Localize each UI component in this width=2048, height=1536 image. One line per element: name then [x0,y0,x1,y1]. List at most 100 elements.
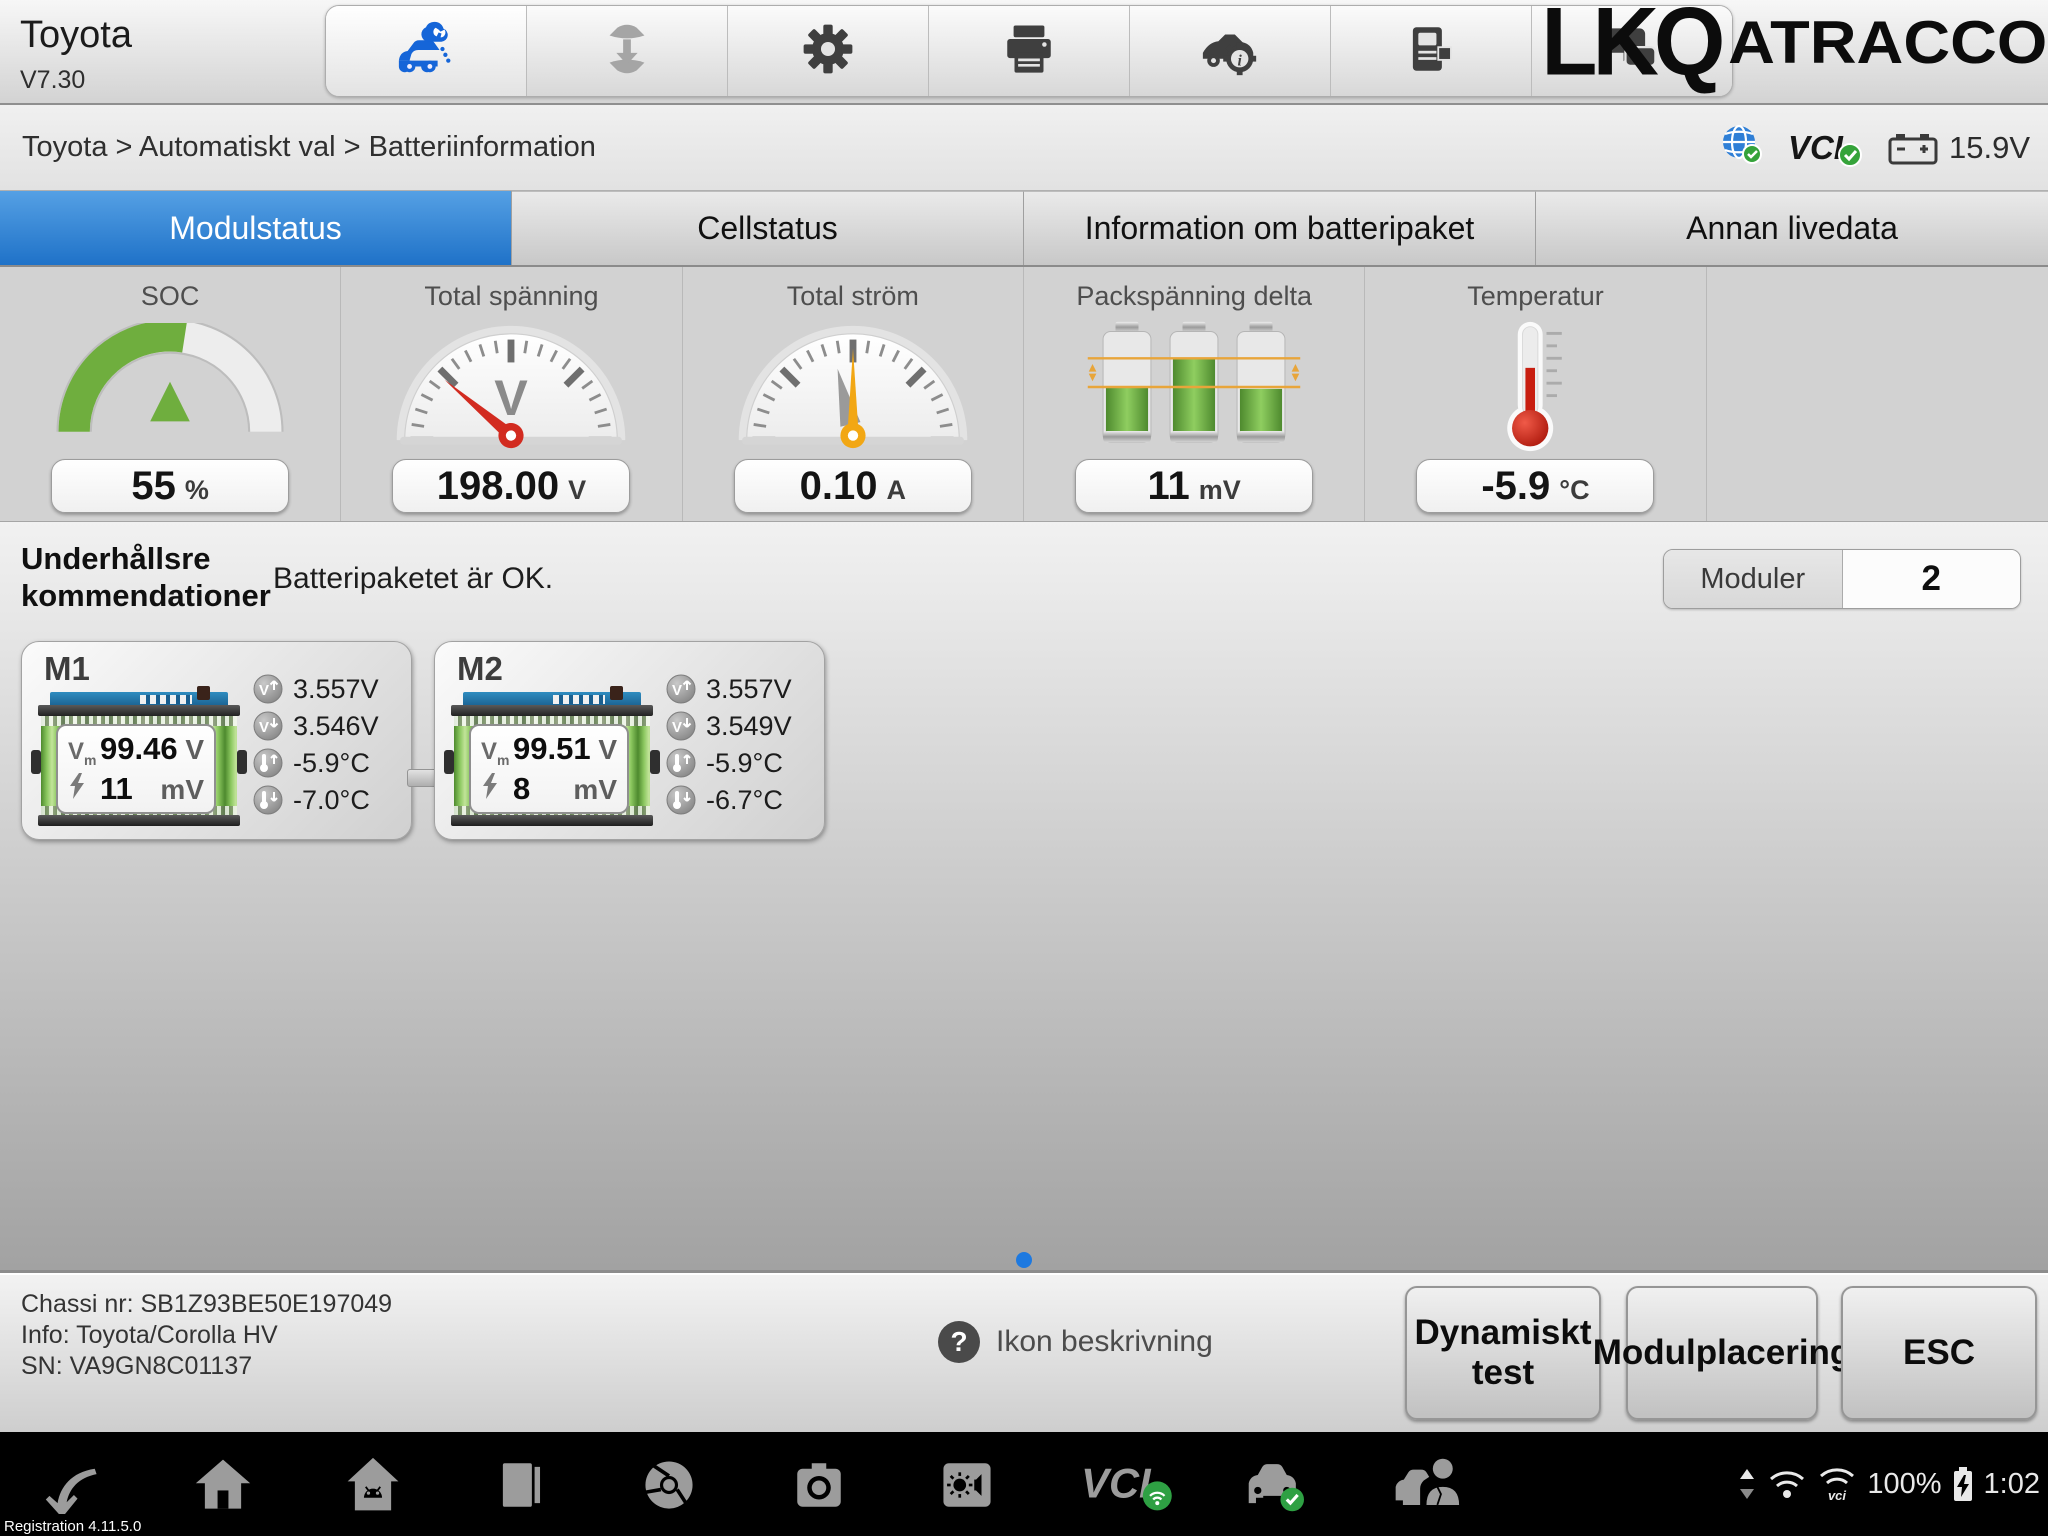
settings-gear-icon [798,19,858,84]
lightning-bolt-icon [68,773,100,806]
vehicle-lift-icon [596,18,658,85]
module-value-box: Vm 99.46 V 11 mV [56,724,216,814]
system-status-area: vci 100% 1:02 [1737,1432,2040,1536]
recent-apps-button[interactable] [492,1456,550,1514]
vehicle-make-title: Toyota [20,14,132,57]
vci-wifi-icon: vci [1817,1464,1857,1504]
registration-version: Registration 4.11.5.0 [4,1518,141,1535]
tab-cellstatus[interactable]: Cellstatus [512,191,1024,265]
lightning-bolt-icon [481,773,513,806]
tab-bar: Modulstatus Cellstatus Information om ba… [0,191,2048,267]
temp-min-icon [666,785,696,815]
car-battery-icon [1887,130,1939,166]
vehicle-data-button[interactable]: i [1130,6,1331,96]
modules-counter-value: 2 [1843,550,2021,608]
connection-status-group: VCI 15.9V [1720,105,2030,190]
temp-min-icon [253,785,283,815]
svg-text:i: i [1238,52,1243,69]
icon-description-label: Ikon beskrivning [996,1325,1213,1359]
vehicle-battery-status: 15.9V [1887,130,2030,166]
svg-text:V: V [259,682,269,699]
vm-icon: Vm [481,738,513,768]
battery-charging-icon [1952,1466,1974,1502]
printer-icon [1000,20,1058,83]
module-value-box: Vm 99.51 V 8 mV [469,724,629,814]
back-button[interactable] [44,1456,102,1514]
chrome-browser-button[interactable] [640,1456,698,1514]
diagnostics-car-cloud-icon [395,18,457,85]
v-min-icon: V [666,711,696,741]
support-chat-button[interactable] [1532,6,1732,96]
module-card-m1[interactable]: M1 Vm 99.46 V 11 mV [21,641,412,840]
modules-counter: Moduler 2 [1663,549,2021,609]
vehicle-info: Info: Toyota/Corolla HV [21,1320,392,1351]
vm-icon: Vm [68,738,100,768]
esc-button[interactable]: ESC [1841,1286,2037,1420]
v-max-icon: V [666,674,696,704]
vci-check-icon [1837,142,1863,168]
breadcrumb-bar: Toyota > Automatiskt val > Batteriinform… [0,105,2048,191]
vci-manager-button[interactable]: VCI [1076,1456,1186,1514]
gauge-soc: SOC 55 % [0,267,341,521]
top-toolbar: Toyota V7.30 [0,0,2048,105]
gauge-temperature: Temperatur -5.9 °C [1365,267,1706,521]
vehicle-info-block: Chassi nr: SB1Z93BE50E197049 Info: Toyot… [21,1289,392,1382]
vehicle-connection-button[interactable] [1238,1456,1312,1514]
svg-text:V: V [672,682,682,699]
display-settings-button[interactable] [938,1456,996,1514]
question-mark-icon: ? [938,1321,980,1363]
svg-text:V: V [495,369,529,426]
tab-annan-livedata[interactable]: Annan livedata [1536,191,2048,265]
atracco-logo-text: ATRACCO [1729,8,2048,77]
home-button[interactable] [194,1456,252,1514]
vehicle-lift-button[interactable] [527,6,728,96]
module-stats: V3.557V V3.549V -5.9°C -6.7°C [666,675,792,814]
module-placement-button[interactable]: Modulplacering [1626,1286,1818,1420]
clock: 1:02 [1984,1468,2040,1501]
data-manager-icon [1402,20,1460,83]
remote-expert-button[interactable] [1388,1456,1474,1514]
recommendation-title: Underhållsrekommendationer [21,540,271,614]
main-toolbar: i [325,5,1733,97]
gauge-current-label: Total ström [683,281,1023,312]
battery-delta-icon [1024,317,1364,457]
module-stats: V3.557V V3.546V -5.9°C -7.0°C [253,675,379,814]
gauge-pack-delta: Packspänning delta [1024,267,1365,521]
print-button[interactable] [929,6,1130,96]
gauge-row: SOC 55 % Total spänning [0,267,2048,522]
tab-modulstatus[interactable]: Modulstatus [0,191,512,265]
svg-text:V: V [259,719,269,736]
icon-description-button[interactable]: ? Ikon beskrivning [938,1321,1213,1363]
svg-text:V: V [672,719,682,736]
temp-max-icon [253,748,283,778]
android-navbar: VCI vci 100% 1:02 Registration 4.11.5.0 [0,1432,2048,1536]
gauge-empty-cell [1707,267,2048,521]
battery-voltage-value: 15.9V [1949,130,2030,166]
network-globe-icon [1720,123,1764,172]
battery-percent: 100% [1867,1468,1941,1501]
bottom-info-bar: Chassi nr: SB1Z93BE50E197049 Info: Toyot… [0,1270,2048,1435]
gauge-total-current: Total ström 0.10 A [683,267,1024,521]
settings-button[interactable] [728,6,929,96]
module-title: M1 [44,650,90,688]
data-manager-button[interactable] [1331,6,1532,96]
messages-chat-icon [1602,19,1662,84]
vci-status: VCI [1788,128,1863,168]
current-needle-gauge-icon [683,317,1023,457]
gauge-soc-label: SOC [0,281,340,312]
module-status-panel: Underhållsrekommendationer Batteripakete… [0,522,2048,1270]
gauge-total-voltage: Total spänning V 198.00 V [341,267,682,521]
camera-button[interactable] [790,1456,848,1514]
dynamic-test-button[interactable]: Dynamiskt test [1405,1286,1601,1420]
android-home-button[interactable] [344,1456,402,1514]
svg-text:vci: vci [1828,1488,1846,1503]
breadcrumb: Toyota > Automatiskt val > Batteriinform… [22,131,596,164]
module-title: M2 [457,650,503,688]
temp-max-icon [666,748,696,778]
current-value-box: 0.10 A [734,459,972,513]
module-card-m2[interactable]: M2 Vm 99.51 V 8 mV [434,641,825,840]
chassis-number: Chassi nr: SB1Z93BE50E197049 [21,1289,392,1320]
diagnostics-button[interactable] [326,6,527,96]
serial-number: SN: VA9GN8C01137 [21,1351,392,1382]
tab-batteripaket-info[interactable]: Information om batteripaket [1024,191,1536,265]
